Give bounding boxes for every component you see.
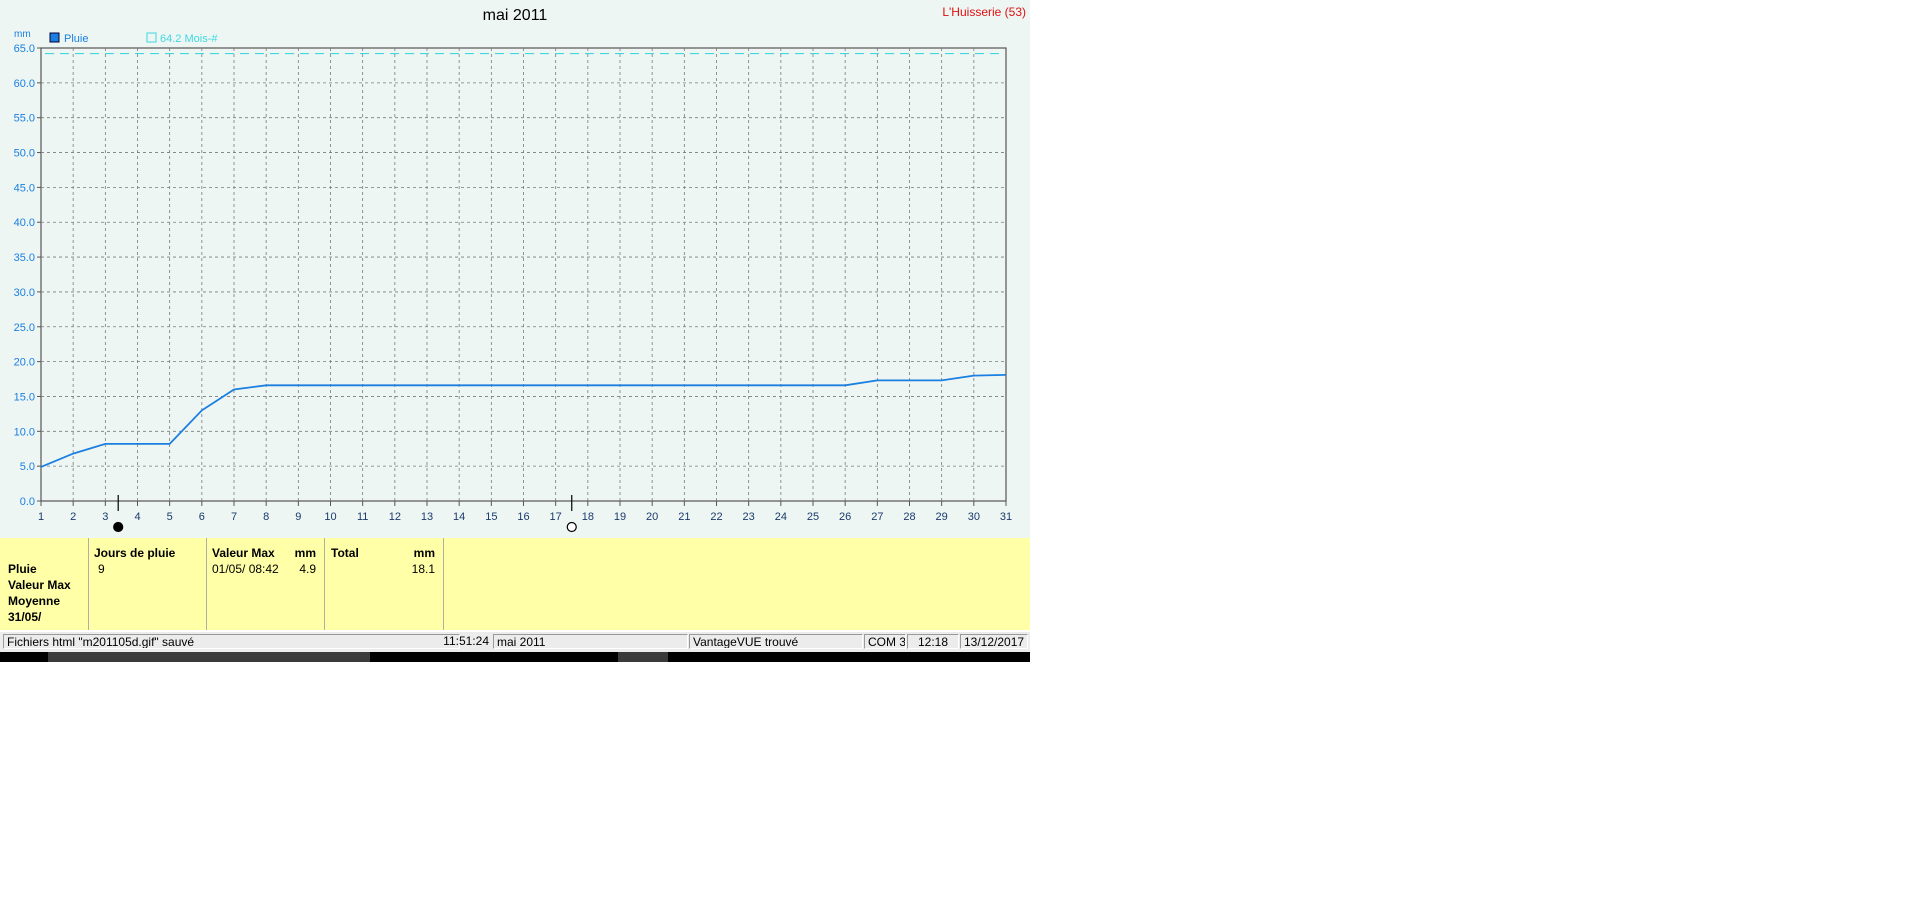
- y-tick-label: 20.0: [14, 357, 35, 369]
- x-tick-label: 23: [743, 511, 755, 523]
- x-tick-label: 6: [199, 511, 205, 523]
- rain-chart-panel: mai 2011 L'Huisserie (53) mm Pluie 64.2 …: [0, 0, 1030, 538]
- x-tick-label: 5: [167, 511, 173, 523]
- row-label-date: 31/05/: [8, 610, 42, 624]
- stats-col-max: Valeur Max mm 01/05/ 08:42 4.9: [207, 538, 325, 630]
- y-tick-label: 5.0: [20, 461, 35, 473]
- x-tick-label: 30: [968, 511, 980, 523]
- x-tick-label: 1: [38, 511, 44, 523]
- legend-label-pluie: Pluie: [64, 33, 88, 45]
- y-axis-unit: mm: [14, 29, 31, 40]
- stats-panel: Pluie Valeur Max Moyenne 31/05/ Jours de…: [0, 538, 1030, 630]
- x-tick-label: 24: [775, 511, 787, 523]
- y-tick-label: 60.0: [14, 78, 35, 90]
- y-tick-label: 35.0: [14, 252, 35, 264]
- y-tick-label: 45.0: [14, 182, 35, 194]
- station-name: L'Huisserie (53): [942, 5, 1026, 19]
- y-tick-label: 40.0: [14, 217, 35, 229]
- rain-chart: mai 2011 L'Huisserie (53) mm Pluie 64.2 …: [14, 5, 1026, 533]
- y-tick-label: 65.0: [14, 43, 35, 55]
- x-tick-label: 28: [903, 511, 915, 523]
- x-tick-label: 8: [263, 511, 269, 523]
- x-tick-label: 16: [517, 511, 529, 523]
- y-tick-label: 10.0: [14, 426, 35, 438]
- x-tick-label: 31: [1000, 511, 1012, 523]
- x-tick-label: 3: [102, 511, 108, 523]
- status-port: COM 3: [864, 634, 906, 649]
- taskbar-button[interactable]: [618, 652, 668, 662]
- legend: Pluie 64.2 Mois-#: [49, 32, 218, 45]
- row-label-moyenne: Moyenne: [8, 594, 61, 608]
- x-tick-label: 25: [807, 511, 819, 523]
- status-clock: 12:18: [907, 634, 959, 649]
- status-device: VantageVUE trouvé: [689, 634, 863, 649]
- max-header: Valeur Max: [212, 546, 275, 560]
- jours-value: 9: [98, 562, 105, 576]
- full-moon-icon: [566, 521, 577, 533]
- x-tick-label: 22: [710, 511, 722, 523]
- stats-col-total: Total mm 18.1: [325, 538, 444, 630]
- chart-grid: [40, 47, 1007, 502]
- x-tick-label: 13: [421, 511, 433, 523]
- stats-col-jours: Jours de pluie 9: [89, 538, 207, 630]
- x-tick-label: 4: [134, 511, 140, 523]
- legend-swatch-reference: [146, 32, 157, 43]
- status-time: 11:51:24: [443, 634, 489, 648]
- y-axis-ticks: 0.0 5.0 10.0 15.0 20.0 25.0 30.0 35.0 40.0 45.0 50…: [14, 43, 41, 508]
- x-tick-label: 27: [871, 511, 883, 523]
- x-tick-label: 20: [646, 511, 658, 523]
- new-moon-icon: [113, 521, 124, 533]
- max-value: 4.9: [299, 562, 316, 576]
- x-tick-label: 12: [389, 511, 401, 523]
- x-tick-label: 21: [678, 511, 690, 523]
- y-tick-label: 0.0: [20, 496, 35, 508]
- x-tick-label: 2: [70, 511, 76, 523]
- x-tick-label: 26: [839, 511, 851, 523]
- x-tick-label: 29: [936, 511, 948, 523]
- status-message: Fichiers html "m201105d.gif" sauvé: [3, 634, 460, 649]
- total-header: Total: [331, 546, 359, 560]
- total-unit: mm: [413, 546, 435, 560]
- x-tick-label: 10: [324, 511, 336, 523]
- x-tick-label: 19: [614, 511, 626, 523]
- status-bar: Fichiers html "m201105d.gif" sauvé 11:51…: [0, 632, 1030, 652]
- row-label-valeur-max: Valeur Max: [8, 578, 71, 592]
- status-period: mai 2011: [493, 634, 688, 649]
- y-tick-label: 55.0: [14, 113, 35, 125]
- max-unit: mm: [294, 546, 316, 560]
- max-date: 01/05/ 08:42: [212, 562, 279, 576]
- x-tick-label: 14: [453, 511, 465, 523]
- weather-app-window: mai 2011 L'Huisserie (53) mm Pluie 64.2 …: [0, 0, 1030, 662]
- taskbar-button[interactable]: [48, 652, 370, 662]
- x-tick-label: 9: [295, 511, 301, 523]
- x-tick-label: 11: [357, 511, 368, 523]
- status-date: 13/12/2017: [960, 634, 1028, 649]
- legend-label-reference: 64.2 Mois-#: [160, 33, 218, 45]
- y-tick-label: 25.0: [14, 322, 35, 334]
- x-tick-label: 17: [550, 511, 562, 523]
- y-tick-label: 30.0: [14, 287, 35, 299]
- x-tick-label: 7: [231, 511, 237, 523]
- x-tick-label: 15: [485, 511, 497, 523]
- taskbar-strip: [0, 652, 1030, 662]
- jours-header: Jours de pluie: [94, 546, 176, 560]
- x-axis-ticks: 1 2 3 4 5 6 7 8 9 10 11 12 13 14 15 16 17 18 19 20 21 22 23 24 2…: [38, 501, 1012, 523]
- legend-swatch-pluie: [49, 32, 60, 43]
- total-value: 18.1: [411, 562, 435, 576]
- stats-row-labels: Pluie Valeur Max Moyenne 31/05/: [0, 538, 89, 630]
- chart-title: mai 2011: [483, 7, 548, 24]
- y-tick-label: 50.0: [14, 148, 35, 160]
- y-tick-label: 15.0: [14, 391, 35, 403]
- x-tick-label: 18: [582, 511, 594, 523]
- row-label-pluie: Pluie: [8, 562, 37, 576]
